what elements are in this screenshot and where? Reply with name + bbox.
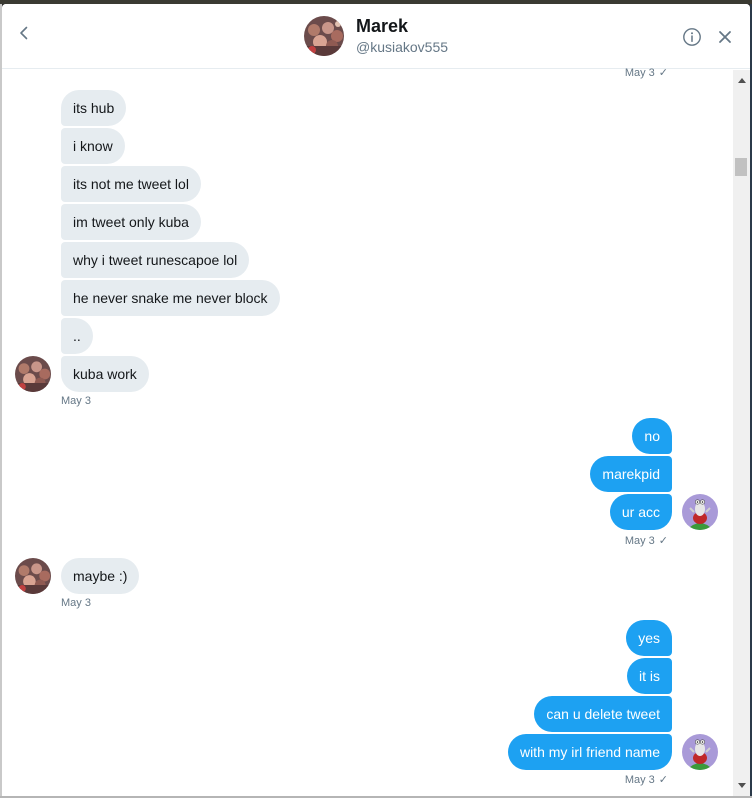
- incoming-message[interactable]: i know: [61, 128, 125, 164]
- incoming-message[interactable]: its not me tweet lol: [61, 166, 201, 202]
- checkmark-icon: ✓: [658, 774, 668, 786]
- info-button[interactable]: [682, 27, 702, 47]
- conversation-title[interactable]: Marek: [356, 15, 408, 37]
- scroll-down-arrow[interactable]: [733, 780, 750, 792]
- incoming-message[interactable]: he never snake me never block: [61, 280, 280, 316]
- outgoing-message[interactable]: it is: [627, 658, 672, 694]
- checkmark-icon: ✓: [658, 535, 668, 547]
- back-button[interactable]: [12, 21, 36, 45]
- scrollbar[interactable]: [733, 70, 750, 796]
- incoming-message[interactable]: im tweet only kuba: [61, 204, 201, 240]
- outgoing-message[interactable]: marekpid: [590, 456, 672, 492]
- message-timestamp: May 3: [61, 395, 91, 407]
- incoming-message[interactable]: maybe :): [61, 558, 140, 594]
- outgoing-message[interactable]: ur acc: [609, 494, 672, 530]
- close-button[interactable]: [716, 28, 734, 46]
- checkmark-icon: ✓: [658, 67, 668, 79]
- outgoing-message[interactable]: with my irl friend name: [507, 734, 672, 770]
- incoming-message[interactable]: its hub: [61, 90, 127, 126]
- scrollbar-thumb[interactable]: [735, 158, 747, 176]
- dm-conversation-dialog: Marek @kusiakov555 May 3 ✓ its hub i kno…: [2, 4, 750, 796]
- avatar[interactable]: [304, 16, 344, 56]
- message-timestamp: May 3 ✓: [624, 774, 668, 786]
- outgoing-message[interactable]: yes: [626, 620, 672, 656]
- incoming-message[interactable]: kuba work: [61, 356, 149, 392]
- close-icon: [719, 31, 731, 43]
- message-timestamp: May 3 ✓: [624, 67, 668, 79]
- message-timestamp: May 3: [61, 597, 91, 609]
- conversation-header: Marek @kusiakov555: [2, 4, 750, 69]
- info-icon: [683, 28, 701, 46]
- avatar[interactable]: [15, 558, 51, 594]
- avatar[interactable]: [15, 356, 51, 392]
- avatar[interactable]: [682, 494, 718, 530]
- message-timestamp: May 3 ✓: [624, 535, 668, 547]
- outgoing-message[interactable]: can u delete tweet: [534, 696, 672, 732]
- avatar[interactable]: [682, 734, 718, 770]
- conversation-handle: @kusiakov555: [356, 39, 449, 55]
- chevron-left-icon: [20, 26, 28, 40]
- incoming-message[interactable]: ..: [61, 318, 93, 354]
- incoming-message[interactable]: why i tweet runescapoe lol: [61, 242, 250, 278]
- outgoing-message[interactable]: no: [632, 418, 672, 454]
- scroll-up-arrow[interactable]: [733, 74, 750, 86]
